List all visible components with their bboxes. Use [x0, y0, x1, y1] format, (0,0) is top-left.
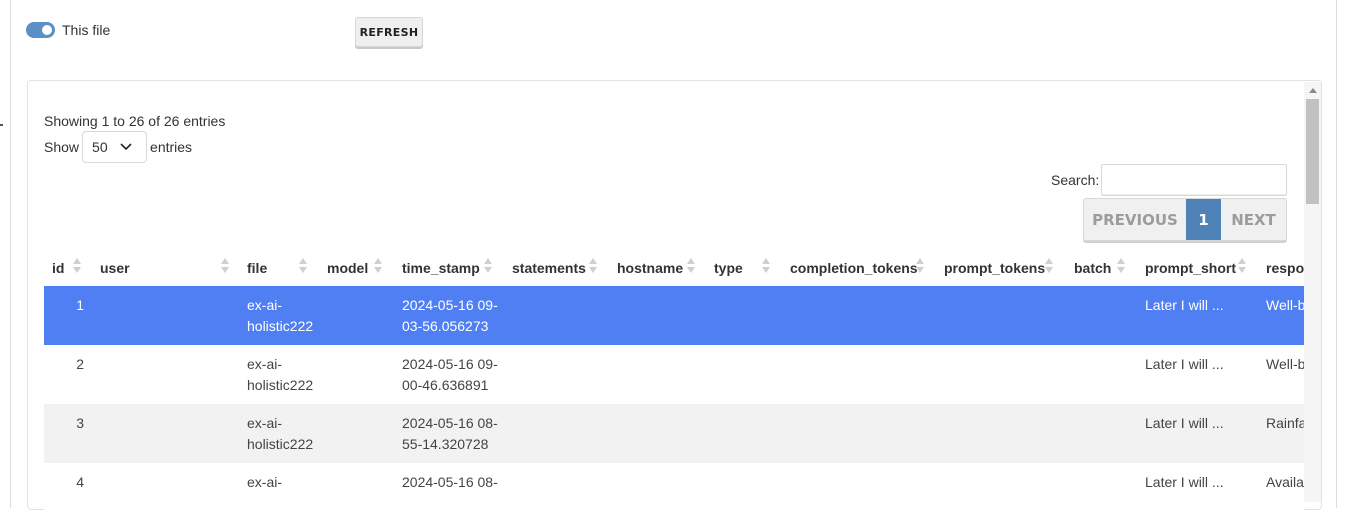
next-page-button[interactable]: NEXT	[1221, 199, 1286, 240]
cell-ts-line1: 2024-05-16 08-	[402, 415, 498, 431]
cell-id: 1	[76, 297, 84, 313]
cell-file-line1: ex-ai-	[247, 356, 283, 372]
table-header: id user file model time_stamp statements…	[44, 251, 1304, 285]
cell-prompt-short: Later I will ...	[1145, 297, 1224, 313]
cell-file-line2: holistic222	[247, 318, 314, 334]
toggle-label: This file	[62, 22, 111, 38]
cell-ts-line2: 00-46.636891	[402, 377, 489, 393]
sort-icon[interactable]	[916, 258, 924, 276]
toggle-knob	[42, 25, 52, 35]
cell-time-stamp: 2024-05-16 09- 03-56.056273	[402, 295, 498, 337]
column-header-prompt-tokens[interactable]: prompt_tokens	[944, 251, 1045, 285]
column-header-model[interactable]: model	[327, 251, 368, 285]
length-prefix: Show	[44, 139, 80, 155]
column-header-type[interactable]: type	[714, 251, 743, 285]
cell-ts-line1: 2024-05-16 09-	[402, 356, 498, 372]
toggle-switch[interactable]	[26, 22, 55, 38]
cell-file: ex-ai-holistic222	[247, 295, 313, 337]
sort-icon[interactable]	[1238, 258, 1246, 276]
cell-response: Well-b	[1266, 297, 1304, 313]
sort-icon[interactable]	[1045, 258, 1053, 276]
scroll-up-arrow-icon[interactable]	[1309, 88, 1317, 93]
column-header-statements[interactable]: statements	[512, 251, 586, 285]
chevron-down-icon	[120, 143, 132, 151]
cell-ts-line2: 03-56.056273	[402, 318, 489, 334]
cell-id: 2	[76, 356, 84, 372]
page-1-button[interactable]: 1	[1186, 199, 1221, 240]
cell-ts-line1: 2024-05-16 08-	[402, 474, 498, 490]
column-header-completion-tokens[interactable]: completion_tokens	[790, 251, 918, 285]
search-label: Search:	[1051, 172, 1100, 188]
cell-response: Rainfa	[1266, 415, 1304, 431]
this-file-toggle[interactable]: This file	[26, 22, 110, 38]
cell-time-stamp: 2024-05-16 08- 55-14.320728	[402, 413, 498, 455]
cell-file: ex-ai-	[247, 472, 282, 493]
page-edge-mark	[0, 124, 3, 126]
cell-file-line1: ex-ai-	[247, 474, 283, 490]
column-header-time-stamp[interactable]: time_stamp	[402, 251, 480, 285]
cell-file-line2: holistic222	[247, 436, 314, 452]
sort-icon[interactable]	[762, 258, 770, 276]
sort-icon[interactable]	[687, 258, 695, 276]
cell-file: ex-ai-holistic222	[247, 413, 313, 455]
sort-icon[interactable]	[299, 258, 307, 276]
cell-time-stamp: 2024-05-16 09- 00-46.636891	[402, 354, 498, 396]
column-header-response[interactable]: respon	[1266, 251, 1304, 285]
cell-prompt-short: Later I will ...	[1145, 356, 1224, 372]
column-header-batch[interactable]: batch	[1074, 251, 1111, 285]
pagination: PREVIOUS 1 NEXT	[1083, 198, 1287, 241]
cell-response: Well-b	[1266, 356, 1304, 372]
previous-page-button[interactable]: PREVIOUS	[1084, 199, 1186, 240]
column-header-user[interactable]: user	[100, 251, 130, 285]
length-value: 50	[92, 139, 108, 155]
sort-icon[interactable]	[484, 258, 492, 276]
table-row[interactable]: 2 ex-ai-holistic222 2024-05-16 09- 00-46.…	[44, 345, 1304, 404]
sort-icon[interactable]	[1117, 258, 1125, 276]
table-row[interactable]: 3 ex-ai-holistic222 2024-05-16 08- 55-14.…	[44, 404, 1304, 463]
vertical-scrollbar[interactable]	[1304, 82, 1321, 502]
sort-icon[interactable]	[374, 258, 382, 276]
entries-per-page-select[interactable]: 50	[82, 131, 148, 163]
cell-file-line2: holistic222	[247, 377, 314, 393]
cell-id: 3	[76, 415, 84, 431]
cell-prompt-short: Later I will ...	[1145, 474, 1224, 490]
sort-icon[interactable]	[73, 258, 81, 276]
cell-file-line1: ex-ai-	[247, 415, 283, 431]
length-suffix: entries	[150, 139, 193, 155]
column-header-id[interactable]: id	[52, 251, 64, 285]
column-header-prompt-short[interactable]: prompt_short	[1145, 251, 1236, 285]
sort-icon[interactable]	[589, 258, 597, 276]
data-table: id user file model time_stamp statements…	[44, 251, 1304, 511]
cell-file: ex-ai-holistic222	[247, 354, 313, 396]
refresh-button[interactable]: REFRESH	[355, 17, 423, 47]
cell-time-stamp: 2024-05-16 08-	[402, 472, 498, 493]
cell-ts-line1: 2024-05-16 09-	[402, 297, 498, 313]
table-info: Showing 1 to 26 of 26 entries	[44, 113, 226, 129]
cell-file-line1: ex-ai-	[247, 297, 283, 313]
cell-response: Availa	[1266, 474, 1304, 490]
table-row[interactable]: 4 ex-ai- 2024-05-16 08- Later I will ...…	[44, 463, 1304, 511]
column-header-hostname[interactable]: hostname	[617, 251, 683, 285]
length-control: Show 50 entries	[44, 131, 192, 163]
cell-prompt-short: Later I will ...	[1145, 415, 1224, 431]
cell-id: 4	[76, 474, 84, 490]
column-header-file[interactable]: file	[247, 251, 267, 285]
cell-ts-line2: 55-14.320728	[402, 436, 489, 452]
scroll-thumb[interactable]	[1306, 99, 1319, 204]
sort-icon[interactable]	[221, 258, 229, 276]
table-row[interactable]: 1 ex-ai-holistic222 2024-05-16 09- 03-56.…	[44, 286, 1304, 345]
search-input[interactable]	[1101, 164, 1287, 196]
